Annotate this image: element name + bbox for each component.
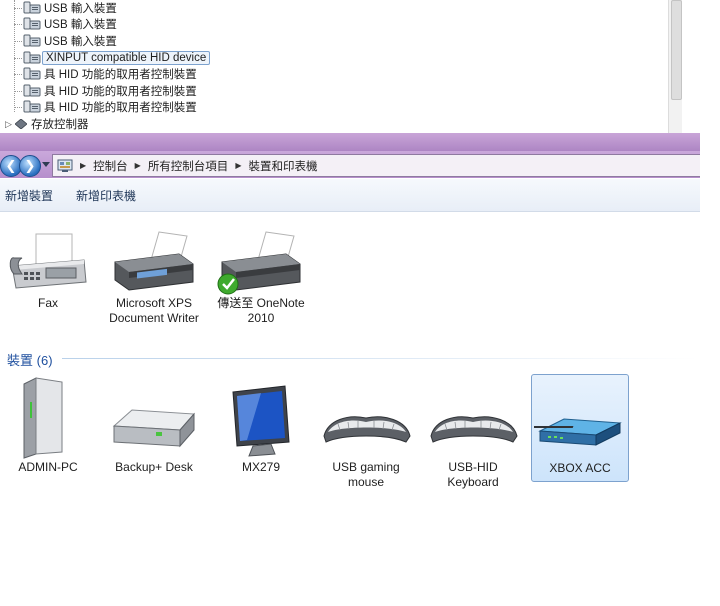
- tree-item-xinput-hid[interactable]: XINPUT compatible HID device: [14, 50, 211, 66]
- device-label: ADMIN-PC: [18, 460, 78, 474]
- device-label: MX279: [241, 460, 281, 474]
- tree-item-usb-input-1[interactable]: USB 輸入裝置: [14, 0, 117, 16]
- device-label: USB-HID Keyboard: [447, 460, 499, 489]
- arrow-left-icon: ❮: [5, 158, 17, 173]
- hid-device-icon: [23, 67, 41, 81]
- add-printer-button[interactable]: 新增印表機: [76, 187, 136, 204]
- devices-content-area: Fax Microsoft XPS Document Writer 傳送至 On…: [0, 212, 700, 505]
- add-device-button[interactable]: 新增裝置: [5, 187, 53, 204]
- hid-device-icon: [23, 51, 41, 65]
- device-manager-tree: USB 輸入裝置 USB 輸入裝置 USB 輸入裝置 XINPUT compat…: [0, 0, 682, 133]
- scrollbar-thumb[interactable]: [671, 0, 682, 100]
- hid-device-icon: [23, 100, 41, 114]
- control-panel-icon: [57, 159, 73, 173]
- devices-group-header[interactable]: 裝置 (6): [7, 350, 53, 369]
- arrow-right-icon: ❯: [24, 158, 36, 173]
- breadcrumb-control-panel[interactable]: 控制台: [93, 158, 128, 174]
- tree-item-hid-consumer-3[interactable]: 具 HID 功能的取用者控制裝置: [14, 99, 197, 115]
- device-label: Backup+ Desk: [115, 460, 193, 474]
- device-item-usb-gaming-mouse[interactable]: USB gaming mouse: [316, 374, 416, 490]
- tree-item-usb-input-2[interactable]: USB 輸入裝置: [14, 16, 117, 32]
- tree-item-label: 具 HID 功能的取用者控制裝置: [44, 102, 197, 114]
- device-item-mx279[interactable]: MX279: [218, 374, 304, 475]
- storage-controller-icon: [14, 118, 28, 130]
- recent-pages-dropdown-icon[interactable]: [42, 162, 50, 167]
- printer-item-xps[interactable]: Microsoft XPS Document Writer: [108, 230, 200, 326]
- tree-item-label: 具 HID 功能的取用者控制裝置: [44, 69, 197, 81]
- hid-device-icon: [23, 84, 41, 98]
- printer-item-onenote[interactable]: 傳送至 OneNote 2010: [214, 230, 308, 326]
- forward-button[interactable]: ❯: [19, 155, 41, 177]
- keyboard-icon: [318, 374, 414, 460]
- printer-default-icon: [216, 230, 306, 296]
- fax-icon: [6, 230, 90, 296]
- hid-device-icon: [23, 1, 41, 15]
- computer-tower-icon: [6, 374, 90, 460]
- tree-item-hid-consumer-1[interactable]: 具 HID 功能的取用者控制裝置: [14, 66, 197, 82]
- tree-item-label: USB 輸入裝置: [44, 36, 117, 48]
- navigation-bar: ❮ ❯ ▶ 控制台 ▶ 所有控制台項目 ▶ 裝置和印表機: [0, 151, 700, 178]
- group-divider: [62, 358, 698, 359]
- monitor-icon: [221, 374, 301, 460]
- device-label: XBOX ACC: [549, 461, 611, 475]
- printer-item-fax[interactable]: Fax: [4, 230, 92, 311]
- tree-item-usb-input-3[interactable]: USB 輸入裝置: [14, 33, 117, 49]
- breadcrumb-separator-icon[interactable]: ▶: [235, 161, 241, 170]
- device-item-backup-desk[interactable]: Backup+ Desk: [108, 374, 200, 475]
- breadcrumb-devices-printers[interactable]: 裝置和印表機: [248, 158, 317, 174]
- device-item-usb-hid-keyboard[interactable]: USB-HID Keyboard: [424, 374, 522, 490]
- breadcrumb-all-items[interactable]: 所有控制台項目: [148, 158, 229, 174]
- group-count: (6): [36, 353, 53, 368]
- hid-device-icon: [23, 17, 41, 31]
- address-bar[interactable]: ▶ 控制台 ▶ 所有控制台項目 ▶ 裝置和印表機: [52, 154, 700, 177]
- hid-device-icon: [23, 34, 41, 48]
- tree-vertical-scrollbar[interactable]: [668, 0, 682, 133]
- device-item-xbox-acc[interactable]: XBOX ACC: [530, 374, 629, 482]
- expand-chevron-icon[interactable]: ▷: [5, 119, 15, 130]
- network-device-icon: [530, 375, 626, 461]
- command-toolbar: 新增裝置 新增印表機: [0, 179, 700, 212]
- printer-icon: [109, 230, 199, 296]
- tree-item-label: 具 HID 功能的取用者控制裝置: [44, 86, 197, 98]
- devices-and-printers-window: ❮ ❯ ▶ 控制台 ▶ 所有控制台項目 ▶ 裝置和印表機 新增裝置 新增印表機: [0, 133, 700, 505]
- external-drive-icon: [110, 374, 198, 460]
- tree-item-label: USB 輸入裝置: [44, 3, 117, 15]
- group-title: 裝置: [7, 353, 34, 368]
- tree-item-label: USB 輸入裝置: [44, 19, 117, 31]
- keyboard-icon: [425, 374, 521, 460]
- breadcrumb-separator-icon[interactable]: ▶: [80, 161, 86, 170]
- tree-item-label-selected: XINPUT compatible HID device: [42, 51, 211, 65]
- breadcrumb-separator-icon[interactable]: ▶: [135, 161, 141, 170]
- tree-item-storage-controllers[interactable]: ▷ 存放控制器: [5, 116, 89, 132]
- device-label: Microsoft XPS Document Writer: [109, 296, 199, 325]
- tree-item-label: 存放控制器: [31, 119, 89, 131]
- device-label: Fax: [37, 296, 58, 310]
- device-label: 傳送至 OneNote 2010: [217, 296, 305, 325]
- device-item-admin-pc[interactable]: ADMIN-PC: [4, 374, 92, 475]
- device-label: USB gaming mouse: [332, 460, 400, 489]
- tree-item-hid-consumer-2[interactable]: 具 HID 功能的取用者控制裝置: [14, 83, 197, 99]
